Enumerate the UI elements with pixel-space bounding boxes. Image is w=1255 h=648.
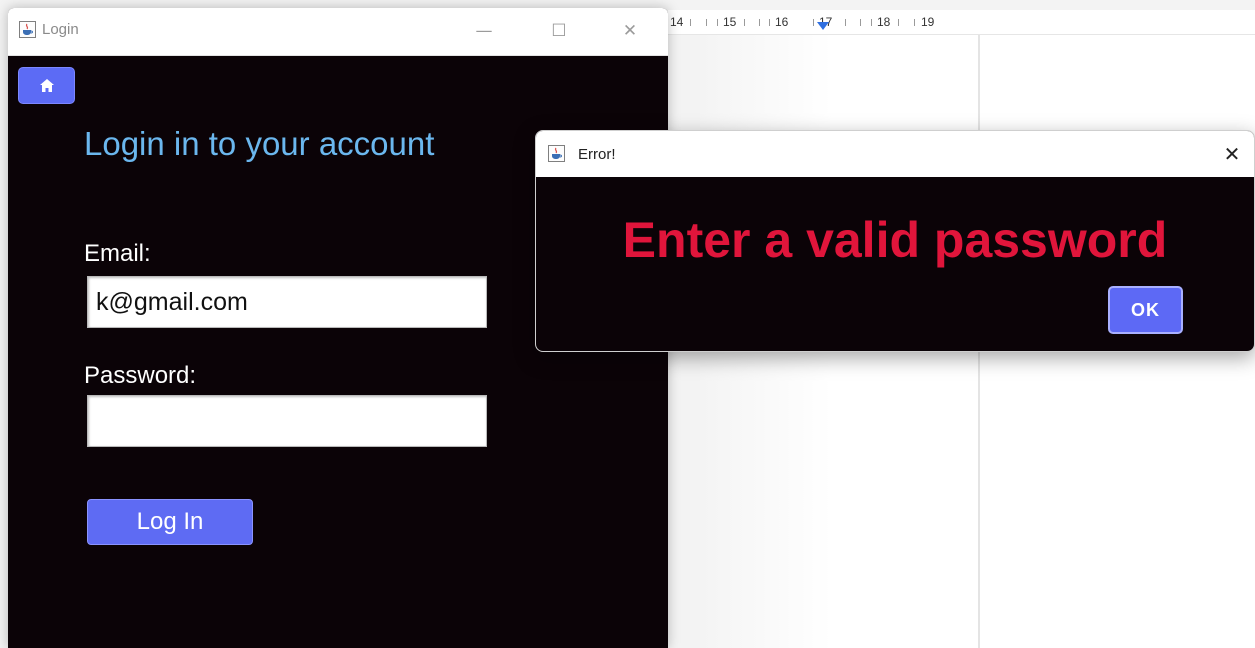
ok-button[interactable]: OK — [1108, 286, 1183, 334]
ruler-minor-tick — [759, 19, 760, 26]
minimize-button[interactable]: — — [470, 18, 498, 44]
java-cup-icon — [19, 21, 36, 38]
ruler-number: 14 — [670, 15, 684, 29]
ruler-minor-tick — [769, 19, 770, 26]
password-label: Password: — [84, 362, 197, 389]
window-titlebar[interactable]: Login — ☐ ✕ — [8, 8, 668, 56]
ruler-minor-tick — [871, 19, 872, 26]
ruler-minor-tick — [860, 19, 861, 26]
horizontal-ruler[interactable]: 14 15 16 17 18 19 — [668, 10, 1255, 35]
ruler-minor-tick — [845, 19, 846, 26]
error-message: Enter a valid password — [622, 212, 1168, 268]
ruler-minor-tick — [706, 19, 707, 26]
home-icon — [40, 79, 54, 92]
dialog-title: Error! — [578, 146, 616, 163]
email-field[interactable] — [87, 276, 487, 328]
page-title: Login in to your account — [84, 125, 435, 162]
ruler-minor-tick — [717, 19, 718, 26]
ruler-minor-tick — [690, 19, 691, 26]
ruler-number: 18 — [877, 15, 891, 29]
ruler-number: 16 — [775, 15, 789, 29]
java-cup-icon — [548, 145, 565, 162]
ruler-minor-tick — [898, 19, 899, 26]
ruler-minor-tick — [914, 19, 915, 26]
ruler-minor-tick — [744, 19, 745, 26]
ruler-number: 19 — [921, 15, 935, 29]
email-label: Email: — [84, 240, 151, 267]
dialog-titlebar[interactable]: Error! ✕ — [536, 131, 1254, 177]
maximize-button[interactable]: ☐ — [545, 18, 573, 44]
password-field[interactable] — [87, 395, 487, 447]
error-dialog: Error! ✕ Enter a valid password OK — [535, 130, 1255, 352]
dialog-close-button[interactable]: ✕ — [1218, 140, 1246, 168]
close-button[interactable]: ✕ — [616, 18, 644, 44]
indent-marker-icon[interactable] — [817, 22, 829, 30]
window-title: Login — [42, 21, 79, 38]
ruler-minor-tick — [813, 19, 814, 26]
home-button[interactable] — [18, 67, 75, 104]
login-button[interactable]: Log In — [87, 499, 253, 545]
ruler-number: 15 — [723, 15, 737, 29]
